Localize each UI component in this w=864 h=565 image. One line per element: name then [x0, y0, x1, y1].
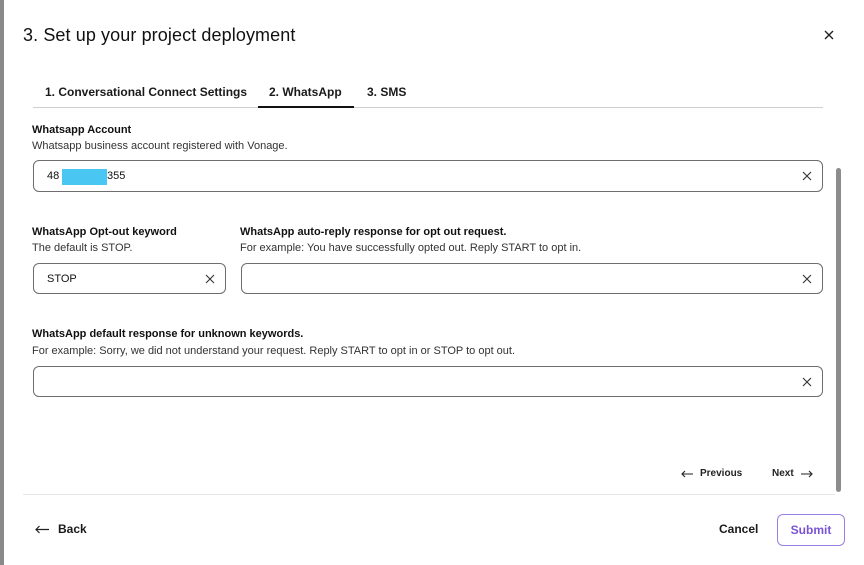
whatsapp-account-value-suffix: 355 — [107, 170, 126, 182]
back-label: Back — [58, 522, 87, 536]
close-button[interactable] — [820, 26, 838, 44]
previous-label: Previous — [700, 468, 743, 479]
next-button[interactable]: Next — [772, 468, 813, 479]
unknown-keywords-label: WhatsApp default response for unknown ke… — [32, 328, 304, 340]
whatsapp-account-help: Whatsapp business account registered wit… — [32, 140, 288, 152]
clear-optout-keyword-button[interactable] — [204, 273, 216, 285]
unknown-keywords-help: For example: Sorry, we did not understan… — [32, 345, 516, 357]
close-icon — [802, 171, 812, 181]
clear-optout-reply-button[interactable] — [801, 273, 813, 285]
arrow-right-icon — [800, 470, 813, 477]
close-icon — [802, 274, 812, 283]
previous-button[interactable]: Previous — [681, 468, 742, 479]
clear-whatsapp-account-button[interactable] — [801, 170, 813, 182]
arrow-left-icon — [681, 470, 693, 477]
arrow-left-icon — [35, 525, 49, 533]
footer-divider — [23, 494, 835, 495]
close-icon — [802, 377, 812, 386]
optout-keyword-label: WhatsApp Opt-out keyword — [32, 226, 177, 238]
optout-reply-label: WhatsApp auto-reply response for opt out… — [240, 226, 507, 238]
tab-whatsapp[interactable]: 2. WhatsApp — [258, 85, 354, 108]
submit-button[interactable]: Submit — [777, 514, 845, 546]
back-button[interactable]: Back — [35, 522, 87, 536]
whatsapp-account-label: Whatsapp Account — [32, 124, 132, 136]
close-icon — [824, 30, 834, 40]
optout-reply-help: For example: You have successfully opted… — [240, 242, 582, 254]
unknown-keywords-input[interactable] — [33, 366, 823, 397]
deployment-modal: 3. Set up your project deployment 1. Con… — [4, 0, 864, 565]
clear-unknown-keywords-button[interactable] — [801, 376, 813, 388]
tab-sms[interactable]: 3. SMS — [367, 85, 406, 99]
modal-title: 3. Set up your project deployment — [23, 25, 296, 45]
whatsapp-account-input[interactable]: 48 355 — [33, 160, 823, 192]
redacted-block — [62, 169, 107, 185]
unknown-keywords-field[interactable] — [47, 371, 787, 392]
optout-reply-input[interactable] — [241, 263, 823, 294]
optout-keyword-help: The default is STOP. — [32, 242, 133, 254]
next-label: Next — [772, 468, 794, 479]
cancel-button[interactable]: Cancel — [719, 522, 758, 536]
close-icon — [205, 274, 215, 283]
optout-keyword-field[interactable] — [47, 268, 187, 289]
optout-keyword-input[interactable] — [33, 263, 226, 294]
optout-reply-field[interactable] — [255, 268, 785, 289]
form-scroll-area: 1. Conversational Connect Settings 2. Wh… — [23, 70, 835, 490]
scrollbar-thumb[interactable] — [836, 168, 841, 492]
whatsapp-account-value-prefix: 48 — [47, 170, 60, 182]
tab-conversational-connect-settings[interactable]: 1. Conversational Connect Settings — [45, 85, 247, 99]
tab-bar: 1. Conversational Connect Settings 2. Wh… — [33, 82, 823, 108]
